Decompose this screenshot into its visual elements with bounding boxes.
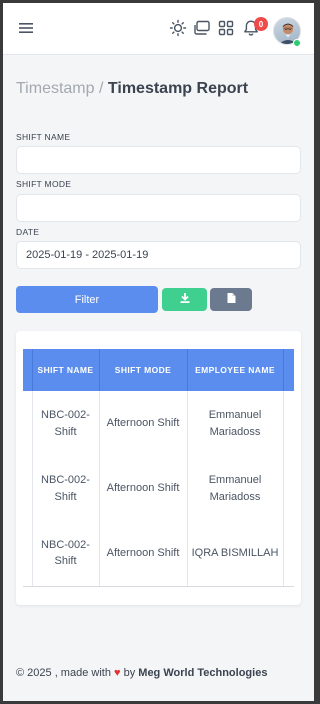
- date-label: DATE: [16, 227, 40, 237]
- cell-shift-mode: Afternoon Shift: [99, 521, 188, 587]
- export-file-button[interactable]: [210, 288, 252, 311]
- cell-shift-name: NBC-002-Shift: [32, 391, 100, 456]
- cell-shift-name: NBC-002-Shift: [32, 456, 100, 521]
- column-header-shift-name[interactable]: SHIFT NAME: [32, 349, 100, 391]
- cell-shift-mode: Afternoon Shift: [99, 456, 188, 521]
- cell-employee-name: Emmanuel Mariadoss: [187, 391, 284, 456]
- cell-shift-name: NBC-002-Shift: [32, 521, 100, 587]
- sun-icon[interactable]: [167, 17, 189, 39]
- report-card: SHIFT NAME SHIFT MODE EMPLOYEE NAME NBC-…: [16, 331, 301, 605]
- table-cell-edge: [23, 456, 33, 521]
- shift-name-input[interactable]: [16, 146, 301, 174]
- table-cell-overflow: [283, 391, 294, 456]
- windows-icon[interactable]: [191, 17, 213, 39]
- notification-badge: 0: [254, 17, 268, 31]
- filter-button[interactable]: Filter: [16, 286, 158, 313]
- date-range-input[interactable]: 2025-01-19 - 2025-01-19: [16, 241, 301, 269]
- table-row: NBC-002-Shift Afternoon Shift Emmanuel M…: [23, 456, 294, 521]
- footer-copyright: © 2025 , made with: [16, 667, 111, 679]
- page-title: Timestamp Report: [107, 80, 249, 97]
- app-frame: 0 Timestamp / Timestamp Report SHIFT NAM…: [3, 3, 314, 701]
- table-row: NBC-002-Shift Afternoon Shift IQRA BISMI…: [23, 521, 294, 587]
- cell-shift-mode: Afternoon Shift: [99, 391, 188, 456]
- table-cell-overflow: [283, 456, 294, 521]
- table-cell-edge: [23, 521, 33, 587]
- footer-by: by: [123, 667, 136, 679]
- table-header-overflow: [283, 349, 294, 391]
- table-scroll-container[interactable]: SHIFT NAME SHIFT MODE EMPLOYEE NAME NBC-…: [23, 349, 294, 587]
- table-row: NBC-002-Shift Afternoon Shift Emmanuel M…: [23, 391, 294, 456]
- breadcrumb-separator: /: [98, 80, 104, 97]
- table-header-edge: [23, 349, 33, 391]
- shift-mode-select[interactable]: [16, 194, 301, 222]
- table-header-row: SHIFT NAME SHIFT MODE EMPLOYEE NAME: [23, 349, 294, 391]
- download-icon: [179, 292, 191, 307]
- column-header-employee-name[interactable]: EMPLOYEE NAME: [187, 349, 284, 391]
- hamburger-icon[interactable]: [15, 17, 37, 39]
- shift-mode-label: SHIFT MODE: [16, 179, 72, 189]
- download-button[interactable]: [162, 288, 207, 311]
- breadcrumb: Timestamp / Timestamp Report: [16, 80, 248, 98]
- footer-brand-link[interactable]: Meg World Technologies: [138, 667, 267, 679]
- table-cell-overflow: [283, 521, 294, 587]
- breadcrumb-parent[interactable]: Timestamp: [16, 80, 95, 97]
- report-table: SHIFT NAME SHIFT MODE EMPLOYEE NAME NBC-…: [23, 349, 294, 587]
- file-icon: [226, 292, 237, 307]
- grid-icon[interactable]: [215, 17, 237, 39]
- shift-name-label: SHIFT NAME: [16, 132, 71, 142]
- top-navbar: 0: [3, 3, 314, 55]
- footer: © 2025 , made with ♥ by Meg World Techno…: [16, 667, 267, 679]
- table-cell-edge: [23, 391, 33, 456]
- cell-employee-name: IQRA BISMILLAH: [187, 521, 284, 587]
- column-header-shift-mode[interactable]: SHIFT MODE: [99, 349, 188, 391]
- heart-icon: ♥: [114, 667, 121, 679]
- online-status-dot: [293, 39, 301, 47]
- cell-employee-name: Emmanuel Mariadoss: [187, 456, 284, 521]
